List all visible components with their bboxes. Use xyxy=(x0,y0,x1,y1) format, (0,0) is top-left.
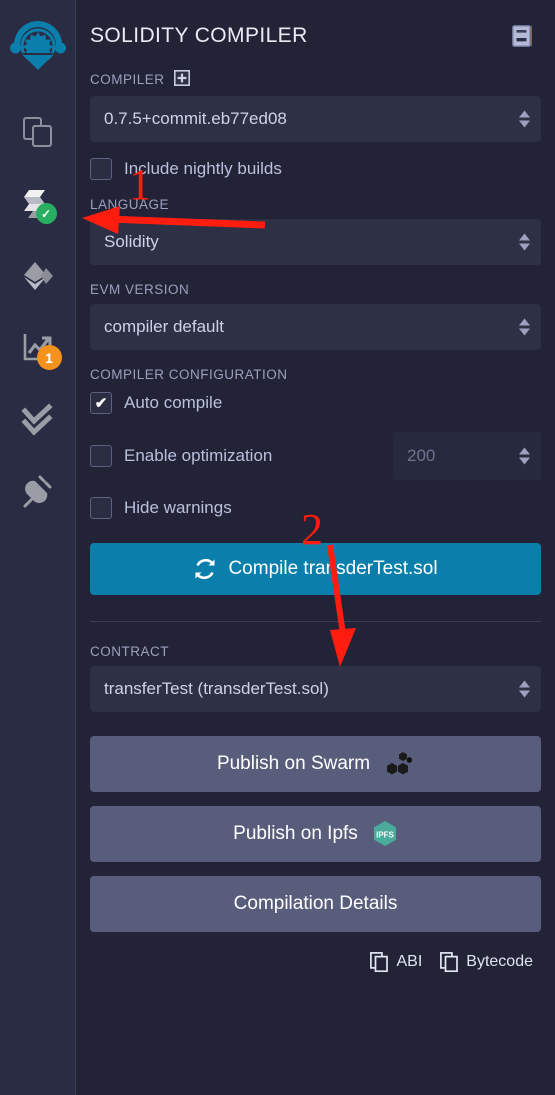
book-icon[interactable] xyxy=(512,25,533,47)
include-nightly-builds-row[interactable]: Include nightly builds xyxy=(90,158,541,180)
copy-abi-button[interactable]: ABI xyxy=(370,952,422,972)
auto-compile-label: Auto compile xyxy=(124,393,223,412)
publish-on-swarm-button[interactable]: Publish on Swarm xyxy=(90,736,541,792)
chevron-up-icon xyxy=(519,680,530,688)
compiler-settings-section: COMPILER 0.7.5+commit.eb77ed08 Include n… xyxy=(76,48,555,622)
copy-abi-label: ABI xyxy=(396,953,423,970)
solidity-compiler-panel: SOLIDITY COMPILER COMPILER 0.7.5+commit.… xyxy=(76,0,555,1095)
compile-button-label: Compile transderTest.sol xyxy=(228,558,438,579)
sidebar-item-deploy-run[interactable] xyxy=(0,240,76,312)
compiler-version-value: 0.7.5+commit.eb77ed08 xyxy=(104,109,287,128)
copy-actions-row: ABI Bytecode xyxy=(90,952,541,972)
plus-box-icon-glyph xyxy=(173,70,190,86)
evm-version-label: EVM VERSION xyxy=(90,282,190,297)
book-icon-glyph xyxy=(512,25,532,47)
chevron-up-icon xyxy=(519,318,530,326)
chevron-down-icon xyxy=(519,690,530,698)
compiler-success-badge: ✓ xyxy=(35,203,57,224)
compiler-label-row: COMPILER xyxy=(90,70,541,89)
evm-version-value: compiler default xyxy=(104,317,225,336)
chevron-down-icon xyxy=(519,120,530,128)
plus-box-icon[interactable] xyxy=(173,70,190,89)
remix-logo-icon xyxy=(9,21,66,70)
include-nightly-builds-checkbox[interactable] xyxy=(90,158,112,180)
enable-optimization-row: Enable optimization 200 xyxy=(90,432,541,480)
remix-solidity-compiler-window: ✓ 1 SOLIDITY COMPILER COMPILER 0.7.5+com… xyxy=(0,0,555,1095)
plugin-manager-icon xyxy=(23,475,51,508)
contract-select[interactable]: transferTest (transderTest.sol) xyxy=(90,666,541,712)
enable-optimization-checkbox[interactable] xyxy=(90,445,112,467)
compiler-version-spinner[interactable] xyxy=(519,110,530,128)
analysis-count-badge: 1 xyxy=(36,345,62,370)
compile-button[interactable]: Compile transderTest.sol xyxy=(90,543,541,595)
language-label: LANGUAGE xyxy=(90,197,170,212)
enable-optimization-label: Enable optimization xyxy=(124,446,273,465)
copy-bytecode-button[interactable]: Bytecode xyxy=(440,952,533,972)
hide-warnings-label: Hide warnings xyxy=(124,498,232,517)
auto-compile-checkbox[interactable]: ✔ xyxy=(90,392,112,414)
chevron-down-icon xyxy=(519,243,530,251)
language-select[interactable]: Solidity xyxy=(90,219,541,265)
publish-on-swarm-label: Publish on Swarm xyxy=(216,753,371,774)
contract-label: CONTRACT xyxy=(90,644,169,659)
copy-icon xyxy=(370,952,389,972)
publish-on-ipfs-label: Publish on Ipfs xyxy=(233,823,358,844)
sidebar-item-static-analysis[interactable]: 1 xyxy=(0,312,76,384)
compiler-version-select[interactable]: 0.7.5+commit.eb77ed08 xyxy=(90,96,541,142)
file-explorers-icon xyxy=(22,117,52,147)
checkmark-icon: ✔ xyxy=(94,394,108,412)
evm-version-spinner[interactable] xyxy=(519,318,530,336)
publish-on-ipfs-button[interactable]: Publish on Ipfs IPFS xyxy=(90,806,541,862)
sidebar-item-solidity-compiler[interactable]: ✓ xyxy=(0,168,76,240)
evm-version-select[interactable]: compiler default xyxy=(90,304,541,350)
hide-warnings-row[interactable]: Hide warnings xyxy=(90,497,541,519)
copy-icon xyxy=(440,952,459,972)
contract-spinner[interactable] xyxy=(519,680,530,698)
language-value: Solidity xyxy=(104,232,159,251)
language-spinner[interactable] xyxy=(519,233,530,251)
optimization-runs-spinner[interactable] xyxy=(519,447,530,465)
svg-text:IPFS: IPFS xyxy=(376,830,394,839)
deploy-run-transactions-icon xyxy=(23,262,53,290)
chevron-down-icon xyxy=(519,457,530,465)
contract-value: transferTest (transderTest.sol) xyxy=(104,679,329,698)
compilation-details-button[interactable]: Compilation Details xyxy=(90,876,541,932)
optimization-runs-input[interactable]: 200 xyxy=(393,432,541,480)
compiler-configuration-label: COMPILER CONFIGURATION xyxy=(90,367,288,382)
optimization-runs-value: 200 xyxy=(407,446,436,465)
chevron-up-icon xyxy=(519,447,530,455)
hide-warnings-checkbox[interactable] xyxy=(90,497,112,519)
swarm-icon xyxy=(387,752,413,775)
chevron-down-icon xyxy=(519,328,530,336)
sidebar-item-plugin-manager[interactable] xyxy=(0,456,76,528)
auto-compile-row[interactable]: ✔ Auto compile xyxy=(90,392,541,414)
enable-optimization-control[interactable]: Enable optimization xyxy=(90,445,272,467)
compiler-label: COMPILER xyxy=(90,72,165,87)
chevron-up-icon xyxy=(519,233,530,241)
sidebar-item-unit-testing[interactable] xyxy=(0,384,76,456)
refresh-icon xyxy=(195,558,215,580)
include-nightly-builds-label: Include nightly builds xyxy=(124,159,282,178)
solidity-unit-testing-icon xyxy=(20,403,53,436)
chevron-up-icon xyxy=(519,110,530,118)
ipfs-icon: IPFS xyxy=(373,821,396,846)
remix-logo[interactable] xyxy=(0,0,76,96)
copy-bytecode-label: Bytecode xyxy=(466,953,533,970)
compilation-details-label: Compilation Details xyxy=(233,893,398,914)
contract-actions-section: CONTRACT transferTest (transderTest.sol)… xyxy=(76,622,555,972)
sidebar-item-file-explorers[interactable] xyxy=(0,96,76,168)
page-title: SOLIDITY COMPILER xyxy=(90,24,308,47)
icon-sidebar: ✓ 1 xyxy=(0,0,76,1095)
panel-header: SOLIDITY COMPILER xyxy=(76,0,555,48)
